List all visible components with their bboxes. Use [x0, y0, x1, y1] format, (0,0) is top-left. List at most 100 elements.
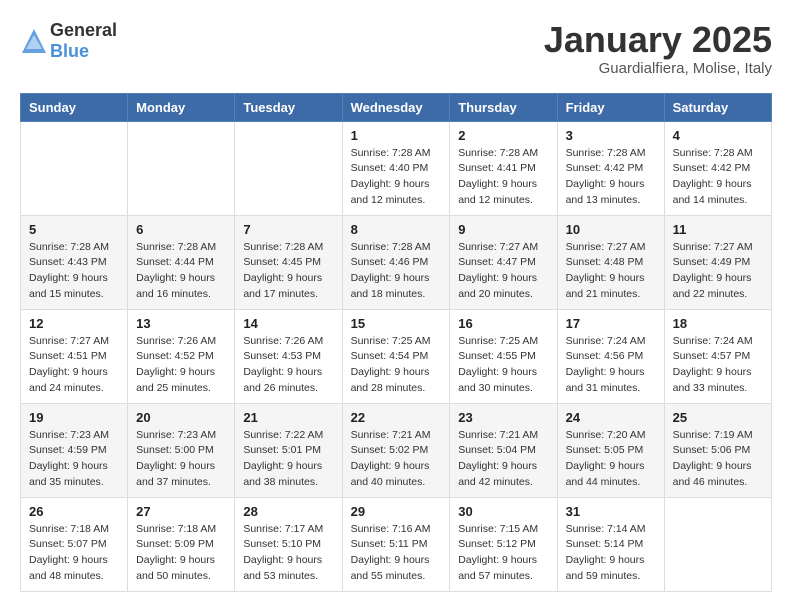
day-number: 4	[673, 128, 763, 143]
calendar-cell: 27 Sunrise: 7:18 AM Sunset: 5:09 PM Dayli…	[128, 497, 235, 591]
day-number: 15	[351, 316, 442, 331]
day-number: 22	[351, 410, 442, 425]
calendar-cell: 21 Sunrise: 7:22 AM Sunset: 5:01 PM Dayli…	[235, 403, 342, 497]
day-number: 27	[136, 504, 226, 519]
calendar-cell	[664, 497, 771, 591]
day-number: 11	[673, 222, 763, 237]
weekday-header: Friday	[557, 93, 664, 121]
day-info: Sunrise: 7:22 AM Sunset: 5:01 PM Dayligh…	[243, 428, 333, 491]
calendar-week-row: 1 Sunrise: 7:28 AM Sunset: 4:40 PM Daylig…	[21, 121, 772, 215]
day-info: Sunrise: 7:28 AM Sunset: 4:43 PM Dayligh…	[29, 240, 119, 303]
day-info: Sunrise: 7:18 AM Sunset: 5:09 PM Dayligh…	[136, 522, 226, 585]
calendar-header-row: SundayMondayTuesdayWednesdayThursdayFrid…	[21, 93, 772, 121]
calendar-week-row: 12 Sunrise: 7:27 AM Sunset: 4:51 PM Dayli…	[21, 309, 772, 403]
calendar-cell	[128, 121, 235, 215]
day-info: Sunrise: 7:24 AM Sunset: 4:57 PM Dayligh…	[673, 334, 763, 397]
day-number: 2	[458, 128, 548, 143]
calendar-cell: 31Sunrise: 7:14 AM Sunset: 5:14 PM Dayli…	[557, 497, 664, 591]
calendar-cell	[21, 121, 128, 215]
page-header: General Blue January 2025 Guardialfiera,…	[20, 20, 772, 77]
day-info: Sunrise: 7:20 AM Sunset: 5:05 PM Dayligh…	[566, 428, 656, 491]
day-number: 9	[458, 222, 548, 237]
calendar-cell: 12 Sunrise: 7:27 AM Sunset: 4:51 PM Dayli…	[21, 309, 128, 403]
day-info: Sunrise: 7:27 AM Sunset: 4:49 PM Dayligh…	[673, 240, 763, 303]
day-info: Sunrise: 7:25 AM Sunset: 4:55 PM Dayligh…	[458, 334, 548, 397]
day-number: 13	[136, 316, 226, 331]
calendar-week-row: 5Sunrise: 7:28 AM Sunset: 4:43 PM Daylig…	[21, 215, 772, 309]
calendar-cell: 14Sunrise: 7:26 AM Sunset: 4:53 PM Dayli…	[235, 309, 342, 403]
month-title: January 2025	[544, 20, 772, 60]
day-info: Sunrise: 7:28 AM Sunset: 4:46 PM Dayligh…	[351, 240, 442, 303]
calendar-cell: 23Sunrise: 7:21 AM Sunset: 5:04 PM Dayli…	[450, 403, 557, 497]
calendar-cell: 22 Sunrise: 7:21 AM Sunset: 5:02 PM Dayli…	[342, 403, 450, 497]
calendar-cell: 18 Sunrise: 7:24 AM Sunset: 4:57 PM Dayli…	[664, 309, 771, 403]
day-info: Sunrise: 7:28 AM Sunset: 4:40 PM Dayligh…	[351, 146, 442, 209]
day-number: 10	[566, 222, 656, 237]
calendar-cell: 11 Sunrise: 7:27 AM Sunset: 4:49 PM Dayli…	[664, 215, 771, 309]
day-number: 6	[136, 222, 226, 237]
day-info: Sunrise: 7:27 AM Sunset: 4:47 PM Dayligh…	[458, 240, 548, 303]
day-info: Sunrise: 7:21 AM Sunset: 5:02 PM Dayligh…	[351, 428, 442, 491]
weekday-header: Monday	[128, 93, 235, 121]
calendar-cell: 19 Sunrise: 7:23 AM Sunset: 4:59 PM Dayli…	[21, 403, 128, 497]
weekday-header: Tuesday	[235, 93, 342, 121]
calendar-table: SundayMondayTuesdayWednesdayThursdayFrid…	[20, 93, 772, 592]
day-number: 14	[243, 316, 333, 331]
calendar-week-row: 26 Sunrise: 7:18 AM Sunset: 5:07 PM Dayli…	[21, 497, 772, 591]
day-number: 19	[29, 410, 119, 425]
day-number: 24	[566, 410, 656, 425]
day-info: Sunrise: 7:17 AM Sunset: 5:10 PM Dayligh…	[243, 522, 333, 585]
day-info: Sunrise: 7:27 AM Sunset: 4:48 PM Dayligh…	[566, 240, 656, 303]
day-info: Sunrise: 7:24 AM Sunset: 4:56 PM Dayligh…	[566, 334, 656, 397]
day-info: Sunrise: 7:26 AM Sunset: 4:52 PM Dayligh…	[136, 334, 226, 397]
logo: General Blue	[20, 20, 117, 62]
calendar-cell: 8 Sunrise: 7:28 AM Sunset: 4:46 PM Daylig…	[342, 215, 450, 309]
day-number: 31	[566, 504, 656, 519]
calendar-week-row: 19 Sunrise: 7:23 AM Sunset: 4:59 PM Dayli…	[21, 403, 772, 497]
calendar-cell: 10 Sunrise: 7:27 AM Sunset: 4:48 PM Dayli…	[557, 215, 664, 309]
day-info: Sunrise: 7:23 AM Sunset: 4:59 PM Dayligh…	[29, 428, 119, 491]
day-number: 21	[243, 410, 333, 425]
calendar-cell: 26 Sunrise: 7:18 AM Sunset: 5:07 PM Dayli…	[21, 497, 128, 591]
day-number: 12	[29, 316, 119, 331]
calendar-cell: 3Sunrise: 7:28 AM Sunset: 4:42 PM Daylig…	[557, 121, 664, 215]
calendar-cell: 7Sunrise: 7:28 AM Sunset: 4:45 PM Daylig…	[235, 215, 342, 309]
day-info: Sunrise: 7:28 AM Sunset: 4:41 PM Dayligh…	[458, 146, 548, 209]
logo-general-text: General	[50, 20, 117, 40]
calendar-cell: 28 Sunrise: 7:17 AM Sunset: 5:10 PM Dayli…	[235, 497, 342, 591]
calendar-cell	[235, 121, 342, 215]
day-number: 3	[566, 128, 656, 143]
day-number: 17	[566, 316, 656, 331]
calendar-cell: 6Sunrise: 7:28 AM Sunset: 4:44 PM Daylig…	[128, 215, 235, 309]
calendar-cell: 5Sunrise: 7:28 AM Sunset: 4:43 PM Daylig…	[21, 215, 128, 309]
weekday-header: Sunday	[21, 93, 128, 121]
location-subtitle: Guardialfiera, Molise, Italy	[544, 60, 772, 77]
day-number: 8	[351, 222, 442, 237]
logo-blue-text: Blue	[50, 41, 89, 61]
title-section: January 2025 Guardialfiera, Molise, Ital…	[544, 20, 772, 77]
day-info: Sunrise: 7:25 AM Sunset: 4:54 PM Dayligh…	[351, 334, 442, 397]
day-number: 7	[243, 222, 333, 237]
day-info: Sunrise: 7:18 AM Sunset: 5:07 PM Dayligh…	[29, 522, 119, 585]
weekday-header: Wednesday	[342, 93, 450, 121]
calendar-cell: 1 Sunrise: 7:28 AM Sunset: 4:40 PM Daylig…	[342, 121, 450, 215]
calendar-cell: 17 Sunrise: 7:24 AM Sunset: 4:56 PM Dayli…	[557, 309, 664, 403]
day-number: 1	[351, 128, 442, 143]
day-info: Sunrise: 7:21 AM Sunset: 5:04 PM Dayligh…	[458, 428, 548, 491]
calendar-cell: 4Sunrise: 7:28 AM Sunset: 4:42 PM Daylig…	[664, 121, 771, 215]
calendar-cell: 15 Sunrise: 7:25 AM Sunset: 4:54 PM Dayli…	[342, 309, 450, 403]
calendar-cell: 20Sunrise: 7:23 AM Sunset: 5:00 PM Dayli…	[128, 403, 235, 497]
calendar-cell: 2 Sunrise: 7:28 AM Sunset: 4:41 PM Daylig…	[450, 121, 557, 215]
calendar-cell: 30Sunrise: 7:15 AM Sunset: 5:12 PM Dayli…	[450, 497, 557, 591]
weekday-header: Saturday	[664, 93, 771, 121]
calendar-cell: 16Sunrise: 7:25 AM Sunset: 4:55 PM Dayli…	[450, 309, 557, 403]
day-number: 25	[673, 410, 763, 425]
day-info: Sunrise: 7:19 AM Sunset: 5:06 PM Dayligh…	[673, 428, 763, 491]
day-info: Sunrise: 7:27 AM Sunset: 4:51 PM Dayligh…	[29, 334, 119, 397]
day-info: Sunrise: 7:16 AM Sunset: 5:11 PM Dayligh…	[351, 522, 442, 585]
day-number: 20	[136, 410, 226, 425]
day-number: 28	[243, 504, 333, 519]
day-info: Sunrise: 7:15 AM Sunset: 5:12 PM Dayligh…	[458, 522, 548, 585]
day-number: 26	[29, 504, 119, 519]
day-number: 18	[673, 316, 763, 331]
